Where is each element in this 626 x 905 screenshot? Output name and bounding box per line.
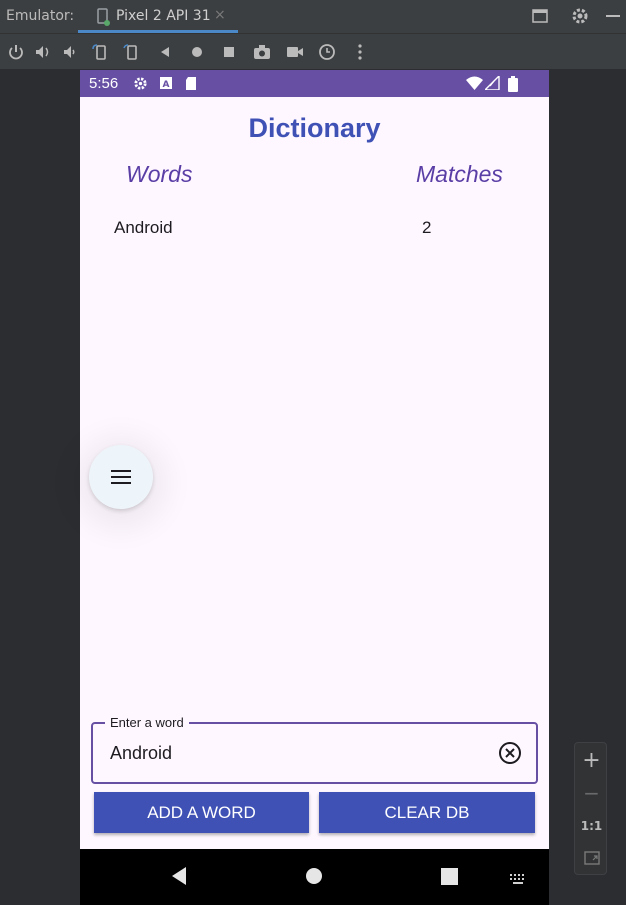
device-screen: 5:56 A Dictionary Words Matches Android … (80, 70, 549, 905)
add-word-button[interactable]: ADD A WORD (94, 792, 309, 833)
clear-db-button[interactable]: CLEAR DB (319, 792, 535, 833)
tab-close-button[interactable]: × (214, 7, 226, 23)
back-icon[interactable] (155, 42, 175, 62)
word-cell: Android (114, 218, 173, 237)
device-icon (96, 8, 110, 30)
tab-label: Pixel 2 API 31 (116, 8, 211, 24)
home-icon[interactable] (305, 867, 323, 889)
recents-icon[interactable] (441, 868, 458, 889)
power-icon[interactable] (6, 42, 26, 62)
battery-icon (508, 76, 518, 96)
status-bar: 5:56 A (80, 70, 549, 97)
gear-icon[interactable] (571, 7, 589, 29)
emulator-title-bar: Emulator: Pixel 2 API 31 × (0, 0, 626, 33)
app-content: Dictionary Words Matches Android 2 Enter… (80, 97, 549, 849)
menu-fab-button[interactable] (89, 445, 153, 509)
minimize-icon[interactable] (604, 7, 622, 29)
status-time: 5:56 (89, 75, 119, 92)
rotate-left-icon[interactable] (89, 42, 109, 62)
column-header-words: Words (126, 161, 193, 187)
tab-pixel-2-api-31[interactable]: Pixel 2 API 31 × (78, 0, 240, 33)
page-title: Dictionary (248, 113, 381, 143)
gear-icon (133, 76, 148, 95)
emulator-toolbar (0, 33, 626, 69)
sd-card-icon (184, 76, 198, 95)
overview-icon[interactable] (219, 42, 239, 62)
system-nav-bar (80, 849, 549, 905)
word-input-field[interactable]: Enter a word Android (91, 715, 538, 784)
snapshot-icon[interactable] (317, 42, 337, 62)
wifi-icon (466, 76, 483, 94)
camera-icon[interactable] (252, 42, 272, 62)
keyboard-icon[interactable] (510, 870, 526, 889)
clear-circle-icon[interactable] (498, 741, 522, 765)
home-icon[interactable] (187, 42, 207, 62)
volume-down-icon[interactable] (60, 42, 80, 62)
signal-icon (483, 74, 500, 94)
word-input-label: Enter a word (105, 715, 189, 730)
svg-text:A: A (163, 80, 170, 90)
fit-screen-icon[interactable] (575, 850, 608, 869)
video-icon[interactable] (285, 42, 305, 62)
zoom-panel: + − 1:1 (574, 742, 607, 875)
back-icon[interactable] (170, 866, 188, 890)
restore-window-icon[interactable] (531, 7, 549, 29)
a-icon: A (159, 76, 173, 94)
zoom-out-button[interactable]: − (575, 781, 608, 805)
matches-cell: 2 (422, 218, 432, 237)
emulator-label: Emulator: (6, 8, 75, 24)
zoom-1-to-1-button[interactable]: 1:1 (575, 819, 608, 833)
zoom-in-button[interactable]: + (575, 748, 608, 773)
word-input[interactable]: Android (110, 743, 172, 764)
more-icon[interactable] (350, 42, 370, 62)
volume-up-icon[interactable] (33, 42, 53, 62)
column-header-matches: Matches (416, 161, 503, 187)
rotate-right-icon[interactable] (121, 42, 141, 62)
